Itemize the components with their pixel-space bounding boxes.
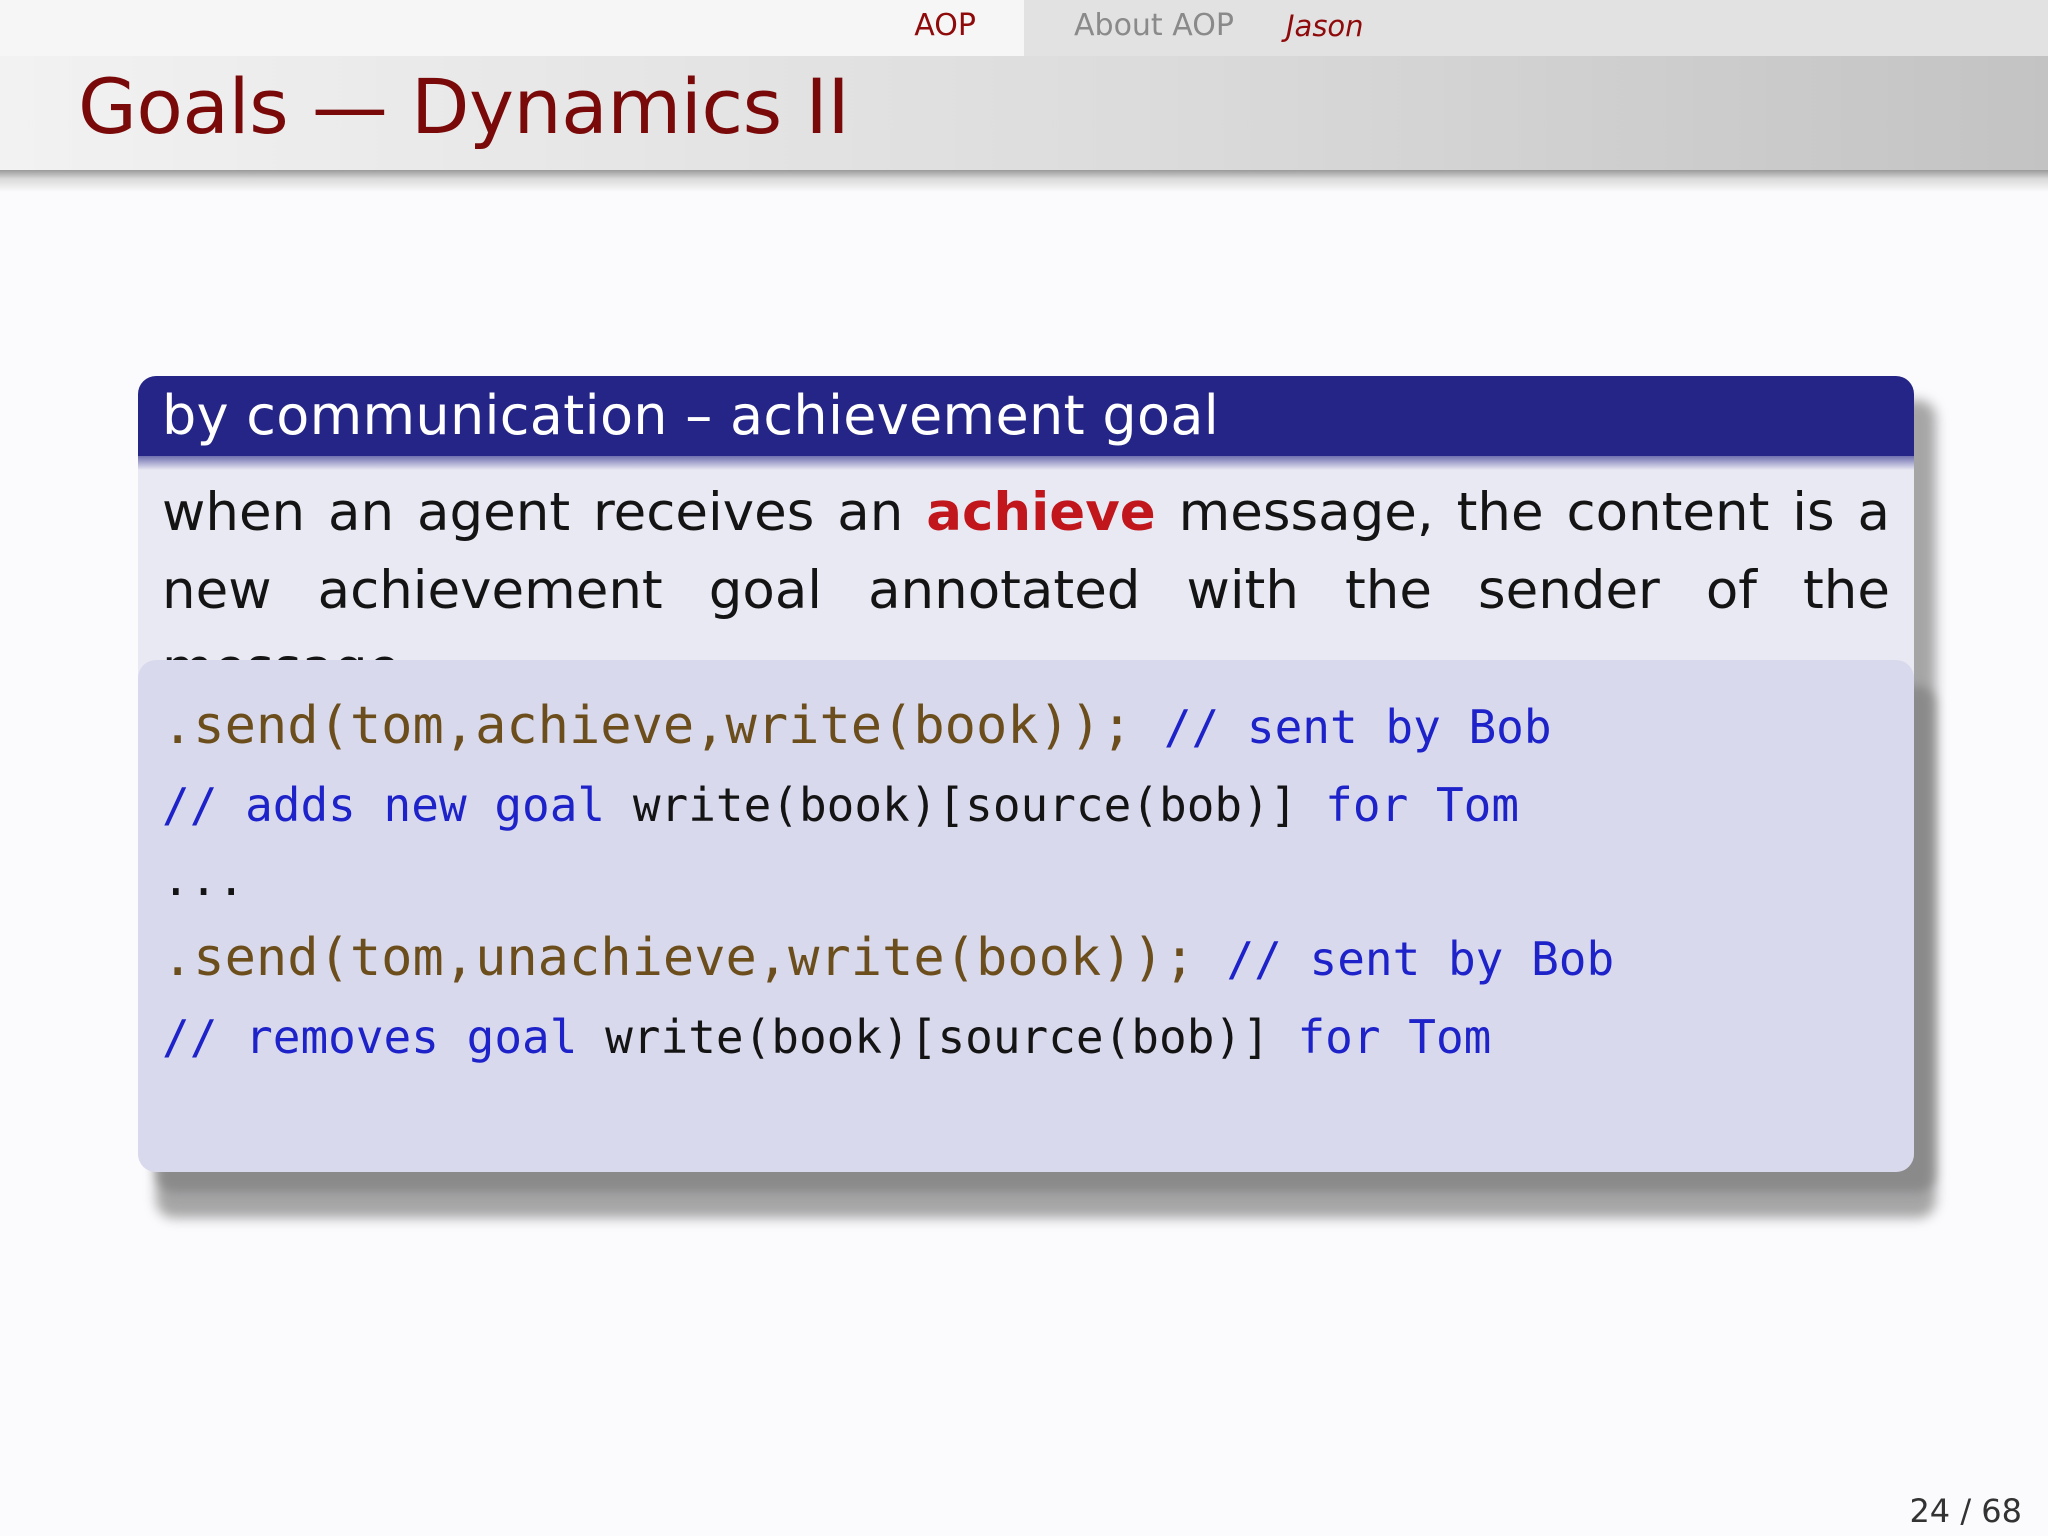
block-text-before: when an agent receives an — [162, 482, 927, 543]
code-comment-for-tom-1: for Tom — [1297, 778, 1520, 832]
achieve-keyword: achieve — [926, 482, 1156, 543]
code-line-4: .send(tom,unachieve,write(book)); // sen… — [162, 928, 1614, 988]
frame-title-shadow — [0, 170, 2048, 192]
code-goal-annotation-2: write(book)[source(bob)] — [605, 1010, 1270, 1064]
nav-subsubsection-link[interactable]: Jason — [1286, 9, 1364, 43]
code-comment-for-tom-2: for Tom — [1269, 1010, 1492, 1064]
block-title: by communication – achievement goal — [162, 384, 1220, 447]
block-header-fade — [138, 456, 1914, 470]
code-comment-adds: // adds new goal — [162, 778, 633, 832]
page-number: 24 / 68 — [1909, 1492, 2022, 1530]
code-line-3: ... — [162, 852, 245, 906]
code-goal-annotation-1: write(book)[source(bob)] — [632, 778, 1298, 832]
code-line-5: // removes goal write(book)[source(bob)]… — [162, 1010, 1491, 1064]
nav-section-link[interactable]: AOP — [914, 8, 976, 43]
code-line-1: .send(tom,achieve,write(book)); // sent … — [162, 696, 1552, 756]
code-listing: .send(tom,achieve,write(book)); // sent … — [138, 660, 1914, 1172]
code-send-achieve: .send(tom,achieve,write(book)); — [162, 696, 1133, 756]
code-comment-sent-by-bob-1: // sent by Bob — [1163, 700, 1552, 754]
code-send-unachieve: .send(tom,unachieve,write(book)); — [162, 928, 1196, 988]
page-title: Goals — Dynamics II — [78, 62, 850, 151]
navigation-bar: AOP About AOP Jason — [0, 0, 2048, 56]
block-header: by communication – achievement goal — [138, 376, 1914, 456]
nav-left-panel — [0, 0, 1024, 56]
code-comment-sent-by-bob-2: // sent by Bob — [1226, 932, 1615, 986]
code-line-2: // adds new goal write(book)[source(bob)… — [162, 778, 1519, 832]
code-comment-removes: // removes goal — [162, 1010, 606, 1064]
code-ellipsis: ... — [162, 852, 246, 906]
nav-subsection-link[interactable]: About AOP — [1074, 8, 1234, 43]
